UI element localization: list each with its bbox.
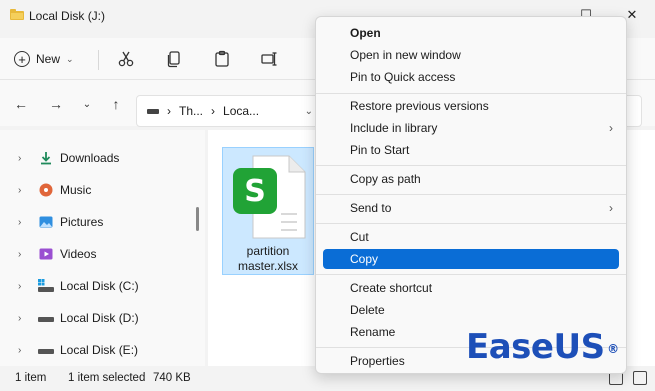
paste-icon[interactable] bbox=[211, 48, 233, 70]
menu-divider bbox=[316, 165, 626, 166]
sidebar-item-music[interactable]: › Music bbox=[0, 177, 200, 203]
sidebar-item-local-disk-c[interactable]: › Local Disk (C:) bbox=[0, 273, 200, 299]
pictures-icon bbox=[38, 214, 54, 230]
sidebar-item-downloads[interactable]: › Downloads bbox=[0, 145, 200, 171]
expand-icon[interactable]: › bbox=[18, 345, 28, 356]
sidebar-item-label: Videos bbox=[60, 247, 97, 261]
breadcrumb-separator: › bbox=[167, 104, 171, 118]
drive-icon bbox=[38, 278, 54, 294]
expand-icon[interactable]: › bbox=[18, 185, 28, 196]
menu-item-open[interactable]: Open bbox=[323, 23, 619, 43]
breadcrumb-segment[interactable]: Loca... bbox=[223, 104, 259, 118]
expand-icon[interactable]: › bbox=[18, 153, 28, 164]
registered-mark: ® bbox=[607, 342, 619, 356]
menu-item-send-to[interactable]: Send to › bbox=[323, 198, 619, 218]
sidebar-item-label: Local Disk (D:) bbox=[60, 311, 139, 325]
sidebar-item-label: Local Disk (E:) bbox=[60, 343, 139, 357]
context-menu: Open Open in new window Pin to Quick acc… bbox=[315, 16, 627, 374]
menu-item-label: Include in library bbox=[350, 121, 438, 135]
file-name-line: master.xlsx bbox=[237, 259, 298, 273]
file-badge-letter: S bbox=[244, 173, 266, 209]
forward-button[interactable]: → bbox=[46, 95, 66, 113]
tiles-view-icon[interactable] bbox=[633, 371, 647, 385]
menu-item-create-shortcut[interactable]: Create shortcut bbox=[323, 278, 619, 298]
menu-item-pin-start[interactable]: Pin to Start bbox=[323, 140, 619, 160]
sidebar-item-label: Music bbox=[60, 183, 92, 197]
menu-item-copy-as-path[interactable]: Copy as path bbox=[323, 169, 619, 189]
menu-item-cut[interactable]: Cut bbox=[323, 227, 619, 247]
expand-icon[interactable]: › bbox=[18, 217, 28, 228]
menu-divider bbox=[316, 194, 626, 195]
menu-divider bbox=[316, 223, 626, 224]
chevron-down-icon: ⌄ bbox=[66, 53, 74, 64]
menu-divider bbox=[316, 274, 626, 275]
sidebar-item-videos[interactable]: › Videos bbox=[0, 241, 200, 267]
sidebar-item-pictures[interactable]: › Pictures bbox=[0, 209, 200, 235]
menu-item-copy[interactable]: Copy bbox=[323, 249, 619, 269]
drive-icon bbox=[10, 9, 24, 20]
menu-item-include-library[interactable]: Include in library › bbox=[323, 118, 619, 138]
menu-item-pin-quick-access[interactable]: Pin to Quick access bbox=[323, 67, 619, 87]
videos-icon bbox=[38, 246, 54, 262]
recent-locations-button[interactable]: ⌄ bbox=[77, 95, 97, 113]
selection-size: 740 KB bbox=[153, 372, 191, 384]
rename-icon[interactable] bbox=[258, 48, 280, 70]
expand-icon[interactable]: › bbox=[18, 281, 28, 292]
address-dropdown-icon[interactable]: ⌄ bbox=[305, 106, 313, 117]
drive-icon bbox=[147, 108, 159, 114]
drive-icon bbox=[38, 342, 54, 358]
menu-item-restore-versions[interactable]: Restore previous versions bbox=[323, 96, 619, 116]
toolbar-divider bbox=[98, 50, 99, 70]
chevron-right-icon: › bbox=[609, 201, 613, 215]
item-count: 1 item bbox=[15, 372, 47, 384]
file-name: partition master.xlsx bbox=[224, 244, 312, 274]
window-title: Local Disk (J:) bbox=[29, 9, 106, 23]
chevron-right-icon: › bbox=[609, 121, 613, 135]
menu-item-open-new-window[interactable]: Open in new window bbox=[323, 45, 619, 65]
menu-divider bbox=[316, 93, 626, 94]
up-button[interactable]: ↑ bbox=[106, 95, 126, 113]
sidebar-item-local-disk-d[interactable]: › Local Disk (D:) bbox=[0, 305, 200, 331]
breadcrumb-separator: › bbox=[211, 104, 216, 118]
new-button[interactable]: + New ⌄ bbox=[14, 46, 74, 72]
logo-text: EaseUS bbox=[466, 327, 605, 367]
back-button[interactable]: ← bbox=[11, 95, 31, 113]
cut-icon[interactable] bbox=[115, 48, 137, 70]
navigation-scrollbar[interactable] bbox=[196, 207, 199, 231]
sidebar-item-label: Local Disk (C:) bbox=[60, 279, 139, 293]
new-label: New bbox=[36, 52, 61, 66]
expand-icon[interactable]: › bbox=[18, 313, 28, 324]
plus-icon: + bbox=[14, 51, 30, 67]
address-bar[interactable]: › Th... › Loca... ⌄ bbox=[136, 95, 322, 127]
breadcrumb-segment[interactable]: Th... bbox=[179, 104, 203, 118]
download-icon bbox=[38, 150, 54, 166]
menu-item-delete[interactable]: Delete bbox=[323, 300, 619, 320]
easeus-logo: EaseUS ® bbox=[466, 327, 619, 367]
sidebar-item-label: Downloads bbox=[60, 151, 120, 165]
sidebar-item-local-disk-e[interactable]: › Local Disk (E:) bbox=[0, 337, 200, 363]
copy-icon[interactable] bbox=[163, 48, 185, 70]
expand-icon[interactable]: › bbox=[18, 249, 28, 260]
sidebar-item-label: Pictures bbox=[60, 215, 104, 229]
music-icon bbox=[38, 182, 54, 198]
drive-icon bbox=[38, 310, 54, 326]
menu-item-label: Send to bbox=[350, 201, 392, 215]
selection-count: 1 item selected bbox=[68, 372, 146, 384]
file-name-line: partition bbox=[246, 244, 290, 258]
